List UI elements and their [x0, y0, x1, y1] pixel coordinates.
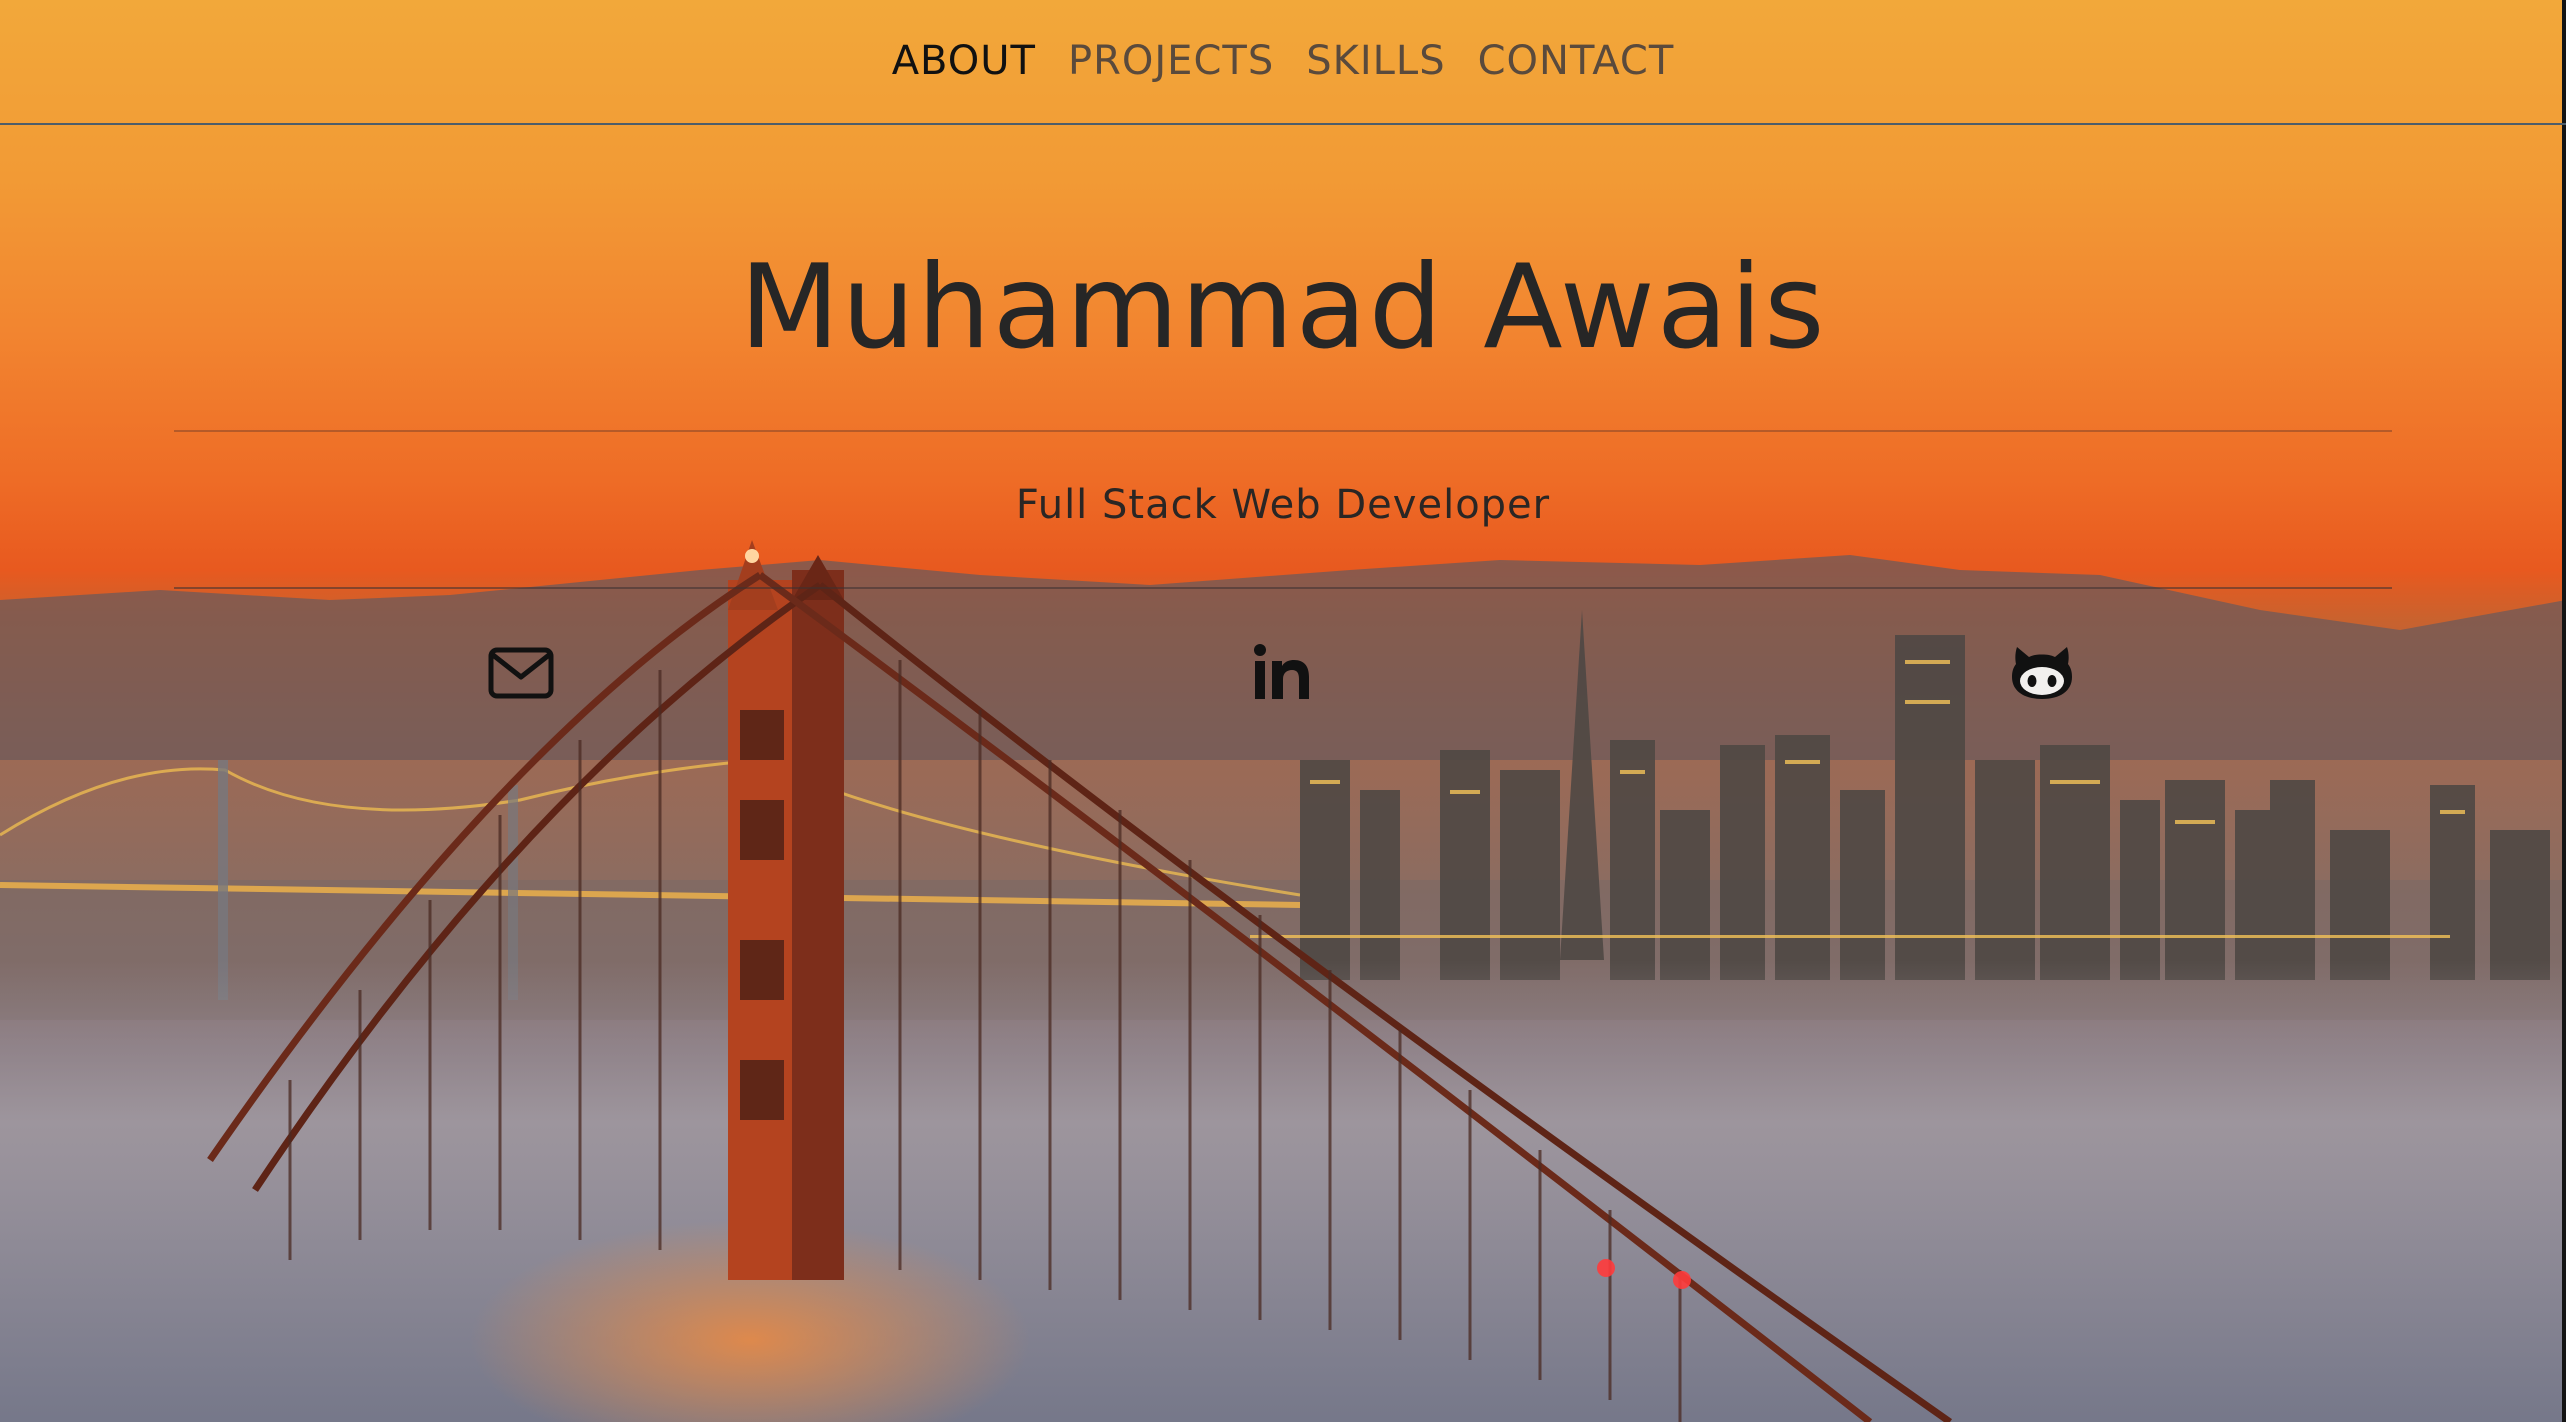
- window-edge: [2562, 0, 2566, 1422]
- background-image: [0, 540, 2566, 1422]
- page: ABOUT PROJECTS SKILLS CONTACT Muhammad A…: [0, 0, 2566, 1422]
- envelope-icon: [488, 647, 554, 699]
- hero-divider-top: [174, 430, 2392, 432]
- hero-name: Muhammad Awais: [739, 240, 1827, 375]
- github-icon: [2012, 647, 2072, 699]
- hero-divider-bottom: [174, 587, 2392, 589]
- linkedin-link[interactable]: [1242, 640, 1322, 706]
- nav-menu: ABOUT PROJECTS SKILLS CONTACT: [892, 38, 1675, 84]
- hero-subtitle: Full Stack Web Developer: [1015, 482, 1551, 528]
- nav-item-contact[interactable]: CONTACT: [1478, 38, 1675, 84]
- nav-item-skills[interactable]: SKILLS: [1306, 38, 1445, 84]
- nav-item-about[interactable]: ABOUT: [892, 38, 1036, 84]
- github-link[interactable]: [2002, 640, 2082, 706]
- linkedin-icon: [1254, 644, 1309, 699]
- top-navbar: ABOUT PROJECTS SKILLS CONTACT: [0, 0, 2566, 125]
- email-link[interactable]: [481, 640, 561, 706]
- nav-item-projects[interactable]: PROJECTS: [1068, 38, 1274, 84]
